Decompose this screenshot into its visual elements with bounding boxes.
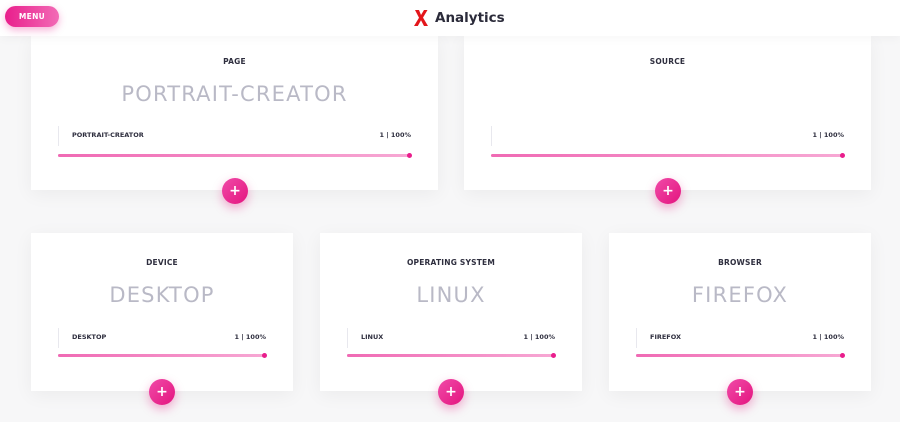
progress-knob — [840, 153, 845, 158]
card-value: LINUX — [416, 283, 486, 307]
row-stat: 1 | 100% — [379, 131, 411, 139]
card-value: FIREFOX — [691, 283, 789, 307]
add-browser-button[interactable]: + — [727, 379, 753, 405]
row-name: PORTRAIT-CREATOR — [72, 131, 144, 139]
page-title: Analytics — [435, 10, 505, 26]
progress-fill — [491, 153, 845, 158]
add-source-button[interactable]: + — [655, 178, 681, 204]
brand: Analytics — [413, 8, 505, 28]
card-label: BROWSER — [718, 258, 762, 267]
add-device-button[interactable]: + — [149, 379, 175, 405]
progress-track — [58, 353, 267, 358]
progress-knob — [262, 353, 267, 358]
menu-button[interactable]: MENU — [5, 6, 59, 27]
card-label: OPERATING SYSTEM — [406, 258, 496, 267]
row-stat: 1 | 100% — [812, 333, 844, 341]
stat-row: PORTRAIT-CREATOR 1 | 100% — [58, 126, 411, 146]
device-card: DEVICE DESKTOP DESKTOP 1 | 100% — [31, 233, 293, 391]
progress-fill — [347, 353, 556, 358]
card-label: DEVICE — [146, 258, 178, 267]
browser-card: BROWSER FIREFOX FIREFOX 1 | 100% — [609, 233, 871, 391]
stat-row: FIREFOX 1 | 100% — [636, 328, 844, 348]
progress-knob — [840, 353, 845, 358]
progress-fill — [58, 353, 267, 358]
row-stat: 1 | 100% — [234, 333, 266, 341]
card-label: PAGE — [223, 57, 246, 66]
stat-row: DESKTOP 1 | 100% — [58, 328, 266, 348]
row-stat: 1 | 100% — [812, 131, 844, 139]
row-stat: 1 | 100% — [523, 333, 555, 341]
stat-row: LINUX 1 | 100% — [347, 328, 555, 348]
row-name: FIREFOX — [650, 333, 682, 341]
os-card: OPERATING SYSTEM LINUX LINUX 1 | 100% — [320, 233, 582, 391]
progress-track — [347, 353, 556, 358]
page-card: PAGE PORTRAIT-CREATOR PORTRAIT-CREATOR 1… — [31, 36, 438, 190]
card-value: PORTRAIT-CREATOR — [121, 82, 348, 106]
progress-fill — [58, 153, 412, 158]
progress-knob — [407, 153, 412, 158]
card-value: DESKTOP — [109, 283, 215, 307]
row-name: LINUX — [361, 333, 384, 341]
progress-knob — [551, 353, 556, 358]
stat-row: 1 | 100% — [491, 126, 844, 146]
add-page-button[interactable]: + — [222, 178, 248, 204]
progress-track — [491, 153, 845, 158]
progress-fill — [636, 353, 845, 358]
x-logo-icon — [414, 10, 428, 26]
row-name: DESKTOP — [72, 333, 107, 341]
progress-track — [58, 153, 412, 158]
card-label: SOURCE — [649, 57, 686, 66]
top-bar: MENU Analytics — [0, 0, 900, 36]
progress-track — [636, 353, 845, 358]
add-os-button[interactable]: + — [438, 379, 464, 405]
source-card: SOURCE 1 | 100% — [464, 36, 871, 190]
